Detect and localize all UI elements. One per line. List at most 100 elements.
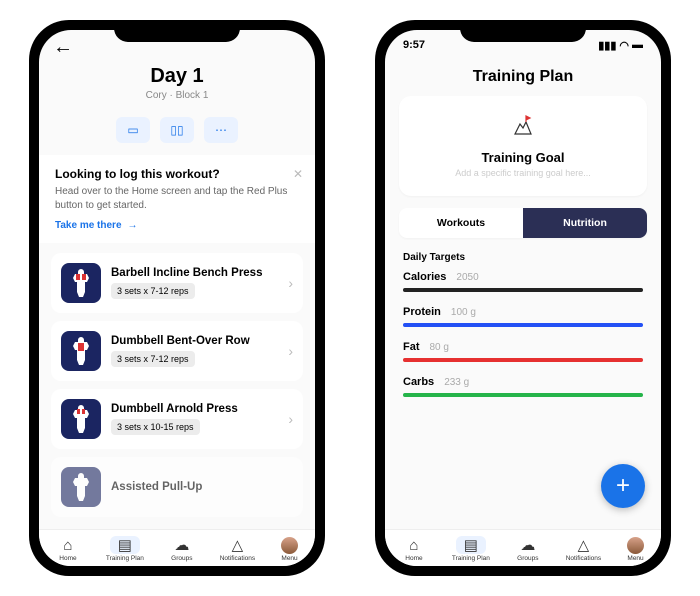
exercise-row[interactable]: Barbell Incline Bench Press 3 sets x 7-1… [51,253,303,313]
chat-icon: ☁ [516,536,540,554]
bottom-nav: ⌂ Home ▤ Training Plan ☁ Groups △ Notifi… [385,529,661,566]
chevron-left-icon: ← [53,36,73,58]
target-bar [403,323,643,327]
target-name: Fat [403,341,420,353]
target-bar [403,393,643,397]
bell-icon: △ [225,536,249,554]
nav-menu[interactable]: Menu [627,537,644,562]
nav-home[interactable]: ⌂ Home [56,536,80,562]
avatar-icon [627,537,644,554]
segment-nutrition[interactable]: Nutrition [523,208,647,238]
exercise-thumbnail [61,331,101,371]
bell-icon: △ [571,536,595,554]
header: Day 1 Cory · Block 1 [39,59,315,109]
segment-label: Nutrition [563,217,607,229]
close-banner-button[interactable]: ✕ [293,167,303,181]
target-calories[interactable]: Calories 2050 [403,271,643,292]
training-goal-card[interactable]: Training Goal Add a specific training go… [399,96,647,196]
nav-groups[interactable]: ☁ Groups [170,536,194,562]
exercise-name: Dumbbell Arnold Press [111,403,278,415]
exercise-list: Barbell Incline Bench Press 3 sets x 7-1… [39,243,315,527]
target-amount: 100 g [451,307,476,318]
nav-notifications[interactable]: △ Notifications [566,536,601,562]
exercise-row[interactable]: Dumbbell Arnold Press 3 sets x 10-15 rep… [51,389,303,449]
banner-link[interactable]: Take me there → [55,220,299,231]
video-button[interactable]: ▭ [116,117,150,143]
target-bar [403,288,643,292]
content-b: Training Plan Training Goal Add a specif… [385,54,661,529]
add-button[interactable]: + [601,464,645,508]
muscle-figure-icon [67,403,95,435]
nav-label: Home [59,555,76,562]
target-name: Calories [403,271,446,283]
target-bar [403,358,643,362]
nav-training-plan[interactable]: ▤ Training Plan [106,536,144,562]
nav-label: Training Plan [106,555,144,562]
segment-label: Workouts [437,217,485,229]
exercise-tag: 3 sets x 10-15 reps [111,419,200,435]
nav-label: Menu [627,555,643,562]
exercise-tag: 3 sets x 7-12 reps [111,351,195,367]
nav-label: Notifications [220,555,255,562]
banner-title: Looking to log this workout? [55,167,299,181]
segment-workouts[interactable]: Workouts [399,208,523,238]
book-button[interactable]: ▯▯ [160,117,194,143]
screen-a: ← Day 1 Cory · Block 1 ▭ ▯▯ ⋯ ✕ Looking … [39,30,315,566]
muscle-figure-icon [67,267,95,299]
exercise-tag: 3 sets x 7-12 reps [111,283,195,299]
notch [460,20,586,42]
action-row: ▭ ▯▯ ⋯ [39,117,315,143]
log-workout-banner: ✕ Looking to log this workout? Head over… [39,155,315,243]
chevron-right-icon: › [288,411,293,427]
target-amount: 233 g [444,377,469,388]
target-amount: 80 g [430,342,449,353]
banner-body: Head over to the Home screen and tap the… [55,185,299,212]
wifi-icon: ◠ [619,39,629,52]
close-icon: ✕ [293,167,303,181]
arrow-right-icon: → [128,220,138,231]
exercise-thumbnail [61,263,101,303]
exercise-thumbnail [61,399,101,439]
plus-icon: + [616,472,630,500]
notch [114,20,240,42]
exercise-name: Dumbbell Bent-Over Row [111,335,278,347]
target-name: Protein [403,306,441,318]
signal-icon: ▮▮▮ [598,39,616,52]
target-fat[interactable]: Fat 80 g [403,341,643,362]
battery-icon: ▬ [632,39,643,51]
nav-notifications[interactable]: △ Notifications [220,536,255,562]
exercise-name: Barbell Incline Bench Press [111,267,278,279]
chevron-right-icon: › [288,343,293,359]
nav-label: Menu [281,555,297,562]
video-icon: ▭ [127,123,138,137]
avatar-icon [281,537,298,554]
banner-link-label: Take me there [55,220,122,231]
nav-home[interactable]: ⌂ Home [402,536,426,562]
exercise-row[interactable]: Dumbbell Bent-Over Row 3 sets x 7-12 rep… [51,321,303,381]
chevron-right-icon: › [288,275,293,291]
target-protein[interactable]: Protein 100 g [403,306,643,327]
section-label: Daily Targets [385,238,661,271]
home-icon: ⌂ [402,536,426,554]
book-icon: ▯▯ [170,123,183,137]
target-name: Carbs [403,376,434,388]
bottom-nav: ⌂ Home ▤ Training Plan ☁ Groups △ Notifi… [39,529,315,566]
page-subtitle: Cory · Block 1 [39,90,315,101]
nav-groups[interactable]: ☁ Groups [516,536,540,562]
goal-placeholder: Add a specific training goal here... [409,168,637,178]
target-amount: 2050 [456,272,478,283]
nav-label: Groups [171,555,192,562]
clipboard-icon: ▤ [456,536,486,554]
targets-list: Calories 2050 Protein 100 g Fat 80 g [385,271,661,397]
nav-menu[interactable]: Menu [281,537,298,562]
exercise-name: Assisted Pull-Up [111,481,293,493]
muscle-figure-icon [67,335,95,367]
nav-training-plan[interactable]: ▤ Training Plan [452,536,490,562]
status-icons: ▮▮▮ ◠ ▬ [598,39,643,52]
exercise-row[interactable]: Assisted Pull-Up [51,457,303,517]
more-button[interactable]: ⋯ [204,117,238,143]
exercise-thumbnail [61,467,101,507]
target-carbs[interactable]: Carbs 233 g [403,376,643,397]
segment-control: Workouts Nutrition [399,208,647,238]
screen-b: 9:57 ▮▮▮ ◠ ▬ Training Plan Training Goal… [385,30,661,566]
